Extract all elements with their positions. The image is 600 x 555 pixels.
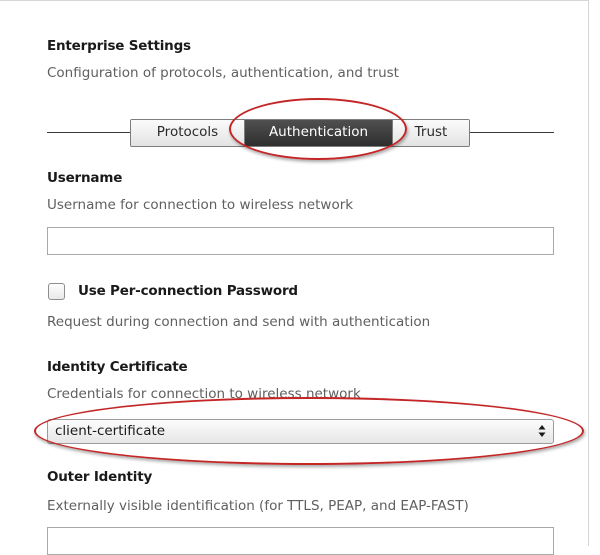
outer-identity-input[interactable] [47, 527, 554, 555]
select-updown-arrows-icon [538, 425, 546, 437]
identity-certificate-description: Credentials for connection to wireless n… [47, 386, 361, 402]
outer-identity-title: Outer Identity [47, 469, 153, 485]
username-input[interactable] [47, 227, 554, 255]
identity-certificate-select[interactable]: client-certificate [47, 419, 554, 444]
tab-divider-right [470, 132, 554, 133]
per-connection-password-description: Request during connection and send with … [47, 314, 431, 330]
per-connection-password-checkbox[interactable] [48, 283, 65, 300]
tab-authentication[interactable]: Authentication [244, 120, 393, 146]
username-description: Username for connection to wireless netw… [47, 197, 354, 213]
outer-identity-description: Externally visible identification (for T… [47, 498, 469, 514]
enterprise-settings-description: Configuration of protocols, authenticati… [47, 65, 399, 81]
tab-protocols[interactable]: Protocols [131, 120, 244, 146]
tab-trust[interactable]: Trust [393, 120, 469, 146]
enterprise-settings-panel: Enterprise Settings Configuration of pro… [0, 0, 589, 555]
tab-divider-left [47, 132, 131, 133]
username-title: Username [47, 170, 123, 186]
enterprise-settings-title: Enterprise Settings [47, 38, 191, 54]
per-connection-password-label[interactable]: Use Per-connection Password [78, 283, 298, 299]
identity-certificate-selected-value: client-certificate [55, 423, 166, 439]
identity-certificate-title: Identity Certificate [47, 359, 188, 375]
settings-tab-bar: Protocols Authentication Trust [130, 119, 470, 147]
